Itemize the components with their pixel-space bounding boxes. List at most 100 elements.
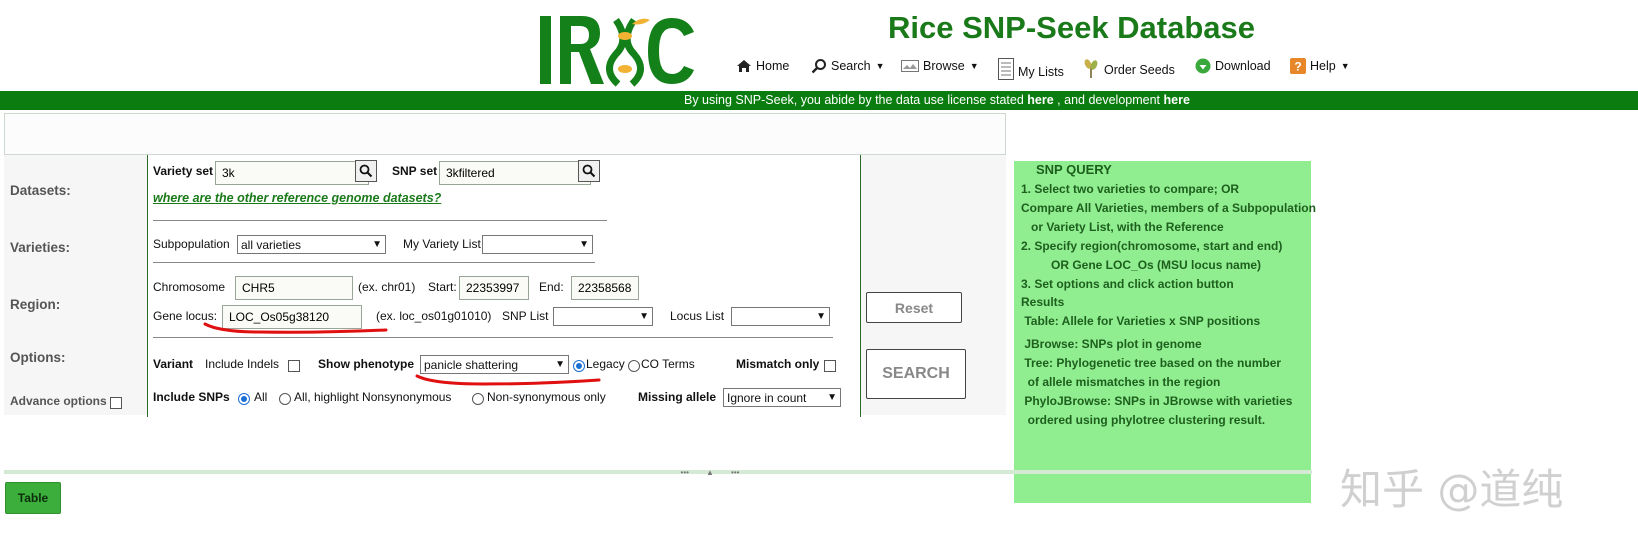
nav-home[interactable]: Home: [736, 57, 789, 75]
my-variety-list-select[interactable]: ▼: [482, 235, 593, 254]
panel-splitter[interactable]: [4, 470, 1312, 474]
license-link[interactable]: here: [1027, 93, 1053, 107]
advance-options-label: Advance options: [10, 394, 107, 408]
nav-download[interactable]: Download: [1195, 57, 1271, 75]
snps-nonsyn-label: Non-synonymous only: [487, 390, 606, 404]
show-phenotype-label: Show phenotype: [318, 357, 414, 371]
variety-set-search-button[interactable]: [355, 160, 377, 182]
chevron-down-icon: ▼: [555, 359, 565, 370]
mismatch-only-label: Mismatch only: [736, 357, 820, 371]
help-line: Results: [1021, 295, 1065, 309]
locus-list-label: Locus List: [670, 309, 725, 323]
variant-label: Variant: [153, 357, 194, 371]
chevron-down-icon: ▼: [579, 239, 589, 250]
snps-all-label: All: [254, 390, 268, 404]
divider: [147, 155, 148, 417]
development-link[interactable]: here: [1164, 93, 1190, 107]
varieties-label: Varieties:: [10, 240, 71, 255]
variety-set-input[interactable]: [215, 161, 369, 185]
chevron-down-icon: ▼: [372, 239, 382, 250]
co-terms-radio[interactable]: [628, 360, 640, 372]
other-datasets-link[interactable]: where are the other reference genome dat…: [153, 191, 441, 205]
search-icon: [811, 59, 826, 74]
divider: [860, 155, 861, 417]
end-label: End:: [539, 280, 564, 294]
gene-locus-input[interactable]: [222, 305, 362, 329]
message-textarea[interactable]: [4, 113, 1006, 155]
nav-browse-label: Browse: [923, 59, 965, 73]
nav-my-lists[interactable]: My Lists: [998, 57, 1064, 81]
search-button[interactable]: SEARCH: [866, 349, 966, 399]
help-line: Tree: Phylogenetic tree based on the num…: [1021, 356, 1282, 370]
subpopulation-select[interactable]: all varieties ▼: [237, 235, 386, 254]
nav-order-seeds[interactable]: Order Seeds: [1082, 57, 1175, 79]
nav-help[interactable]: ? Help ▼: [1290, 57, 1350, 75]
subpopulation-label: Subpopulation: [153, 237, 230, 251]
chevron-down-icon: ▼: [827, 392, 837, 403]
chevron-down-icon: ▼: [816, 311, 826, 322]
nav-search[interactable]: Search ▼: [811, 57, 885, 75]
help-line: 1. Select two varieties to compare; OR: [1021, 182, 1240, 196]
divider: [153, 220, 607, 221]
nav-download-label: Download: [1215, 59, 1271, 73]
nav-order-seeds-label: Order Seeds: [1104, 63, 1175, 77]
snps-highlight-radio[interactable]: [279, 393, 291, 405]
snp-list-select[interactable]: ▼: [553, 307, 653, 326]
snp-set-input[interactable]: [439, 161, 591, 185]
snp-set-search-button[interactable]: [578, 160, 600, 182]
legacy-radio[interactable]: [573, 360, 585, 372]
iric-logo[interactable]: [538, 12, 696, 88]
splitter-handle[interactable]: ••• ▲ •••: [672, 467, 748, 477]
datasets-label: Datasets:: [10, 183, 71, 198]
snps-nonsyn-radio[interactable]: [472, 393, 484, 405]
co-terms-label: CO Terms: [641, 357, 695, 371]
mismatch-only-checkbox[interactable]: [824, 360, 836, 372]
chevron-down-icon: ▼: [1340, 61, 1350, 71]
start-input[interactable]: [459, 276, 529, 300]
banner-text-middle: , and development: [1057, 93, 1161, 107]
help-line: JBrowse: SNPs plot in genome: [1021, 337, 1202, 351]
include-snps-label: Include SNPs: [153, 390, 230, 404]
subpopulation-value: all varieties: [241, 237, 302, 252]
collapse-up-icon: ▲: [706, 467, 714, 477]
help-line: 2. Specify region(chromosome, start and …: [1021, 239, 1283, 253]
options-label: Options:: [10, 350, 66, 365]
snps-all-radio[interactable]: [238, 393, 250, 405]
phenotype-value: panicle shattering: [424, 357, 519, 372]
end-input[interactable]: [571, 276, 639, 300]
seeds-icon: [1084, 59, 1098, 78]
snp-set-label: SNP set: [392, 164, 438, 178]
help-line: PhyloJBrowse: SNPs in JBrowse with varie…: [1021, 394, 1293, 408]
help-line: or Variety List, with the Reference: [1021, 220, 1224, 234]
include-indels-label: Include Indels: [205, 357, 280, 371]
help-title: SNP QUERY: [1036, 162, 1112, 177]
snp-list-label: SNP List: [502, 309, 549, 323]
missing-allele-select[interactable]: Ignore in count ▼: [723, 388, 841, 407]
legacy-label: Legacy: [586, 357, 625, 371]
help-line: Compare All Varieties, members of a Subp…: [1021, 201, 1316, 215]
missing-allele-label: Missing allele: [638, 390, 717, 404]
phenotype-select[interactable]: panicle shattering ▼: [420, 355, 569, 374]
my-variety-list-label: My Variety List: [403, 237, 481, 251]
chevron-down-icon: ▼: [639, 311, 649, 322]
reset-button[interactable]: Reset: [866, 292, 962, 323]
nav-browse[interactable]: Browse ▼: [901, 57, 979, 75]
help-line: ordered using phylotree clustering resul…: [1021, 413, 1266, 427]
table-tab[interactable]: Table: [5, 482, 61, 514]
search-icon: [359, 164, 373, 178]
chromosome-hint: (ex. chr01): [358, 280, 416, 294]
divider: [153, 337, 833, 338]
locus-list-select[interactable]: ▼: [731, 307, 830, 326]
chromosome-label: Chromosome: [153, 280, 226, 294]
help-line: 3. Set options and click action button: [1021, 277, 1234, 291]
nav-my-lists-label: My Lists: [1018, 65, 1064, 79]
nav-home-label: Home: [756, 59, 790, 73]
banner-text: By using SNP-Seek, you abide by the data…: [684, 93, 1024, 107]
help-icon: ?: [1290, 58, 1306, 74]
download-icon: [1195, 58, 1211, 74]
advance-options-checkbox[interactable]: [110, 397, 122, 409]
include-indels-checkbox[interactable]: [288, 360, 300, 372]
gene-locus-label: Gene locus:: [153, 309, 218, 323]
chromosome-input[interactable]: [235, 276, 353, 300]
missing-allele-value: Ignore in count: [727, 390, 807, 405]
